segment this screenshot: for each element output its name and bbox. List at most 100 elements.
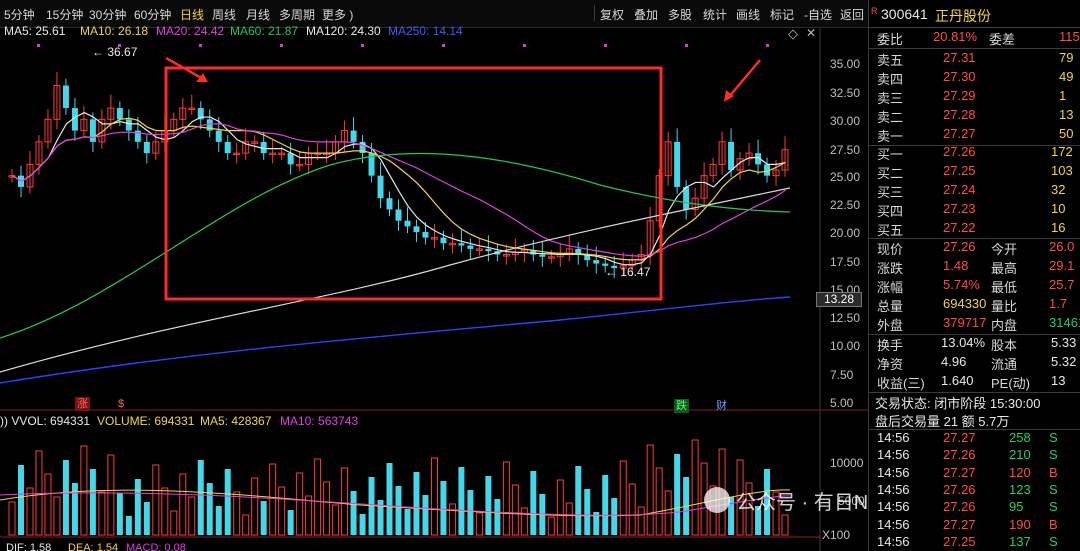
- volume-bar: [242, 514, 250, 536]
- event-marker[interactable]: $: [116, 397, 126, 411]
- period-monthly[interactable]: 月线: [246, 6, 270, 23]
- quote-row: 涨跌 1.48 最高 29.1: [869, 258, 1080, 277]
- volume-bar: [71, 483, 78, 535]
- period-daily[interactable]: 日线: [180, 6, 204, 23]
- limit-down-marker[interactable]: 跌: [674, 399, 689, 413]
- mark-button[interactable]: 标记: [770, 6, 794, 23]
- restore-rights-button[interactable]: 复权: [600, 6, 624, 23]
- back-button[interactable]: 返回: [840, 6, 864, 23]
- period-weekly[interactable]: 周线: [212, 6, 236, 23]
- buy-order-label: 买四: [877, 204, 904, 219]
- wb-label: 委比: [877, 32, 904, 47]
- volume-bar: [584, 489, 591, 535]
- period-15min[interactable]: 15分钟: [46, 6, 83, 23]
- stock-code: 300641: [881, 6, 928, 22]
- quote-label: 涨幅: [877, 280, 904, 295]
- candle-body: [125, 119, 132, 131]
- volume-bar: [314, 458, 322, 536]
- period-30min[interactable]: 30分钟: [89, 6, 126, 23]
- volume-bar: [404, 509, 411, 535]
- volume-bar: [215, 506, 222, 535]
- statistics-button[interactable]: 统计: [703, 6, 727, 23]
- fundamental-value: 5.32: [1051, 354, 1077, 369]
- tick-side: S: [1049, 481, 1058, 497]
- period-60min[interactable]: 60分钟: [134, 6, 171, 23]
- candle-body: [89, 119, 96, 142]
- stock-badge: R: [871, 6, 878, 16]
- sell-order-row: 卖二 27.28 13: [869, 107, 1080, 126]
- sell-order-volume: 79: [1059, 50, 1074, 65]
- buy-order-volume: 10: [1051, 201, 1066, 216]
- candle-body: [224, 141, 231, 154]
- quote-label: 最高: [991, 261, 1018, 276]
- candle-body: [458, 243, 465, 246]
- volume-bar: [781, 514, 789, 536]
- chart-settings-icon[interactable]: ◇: [788, 26, 798, 42]
- volume-bar: [602, 475, 609, 535]
- macd-value-legend: MACD: 0.08: [126, 542, 186, 551]
- tick-time: 14:56: [877, 464, 910, 480]
- candle-body: [143, 141, 150, 154]
- volume-bar: [530, 471, 537, 535]
- quote-value: 5.74%: [943, 277, 980, 292]
- tick-price: 27.26: [943, 447, 976, 463]
- volume-bar: [359, 514, 366, 535]
- limit-up-marker[interactable]: 涨: [75, 397, 90, 411]
- volume-bar: [502, 461, 510, 536]
- volume-bar: [53, 496, 61, 536]
- tick-volume: 120: [1009, 464, 1031, 480]
- fundamental-value: 1.640: [941, 373, 974, 388]
- volume-bar: [143, 502, 150, 535]
- volume-bar: [134, 479, 141, 535]
- buy-order-row: 买四 27.23 10: [869, 201, 1080, 220]
- price-axis-label: 25.00: [830, 170, 861, 184]
- tick-price: 27.26: [943, 481, 976, 497]
- overlay-button[interactable]: 叠加: [634, 6, 658, 23]
- period-multi[interactable]: 多周期: [279, 6, 315, 23]
- tick-row: 14:56 27.26 95 S: [869, 499, 1080, 518]
- quote-row: 现价 27.26 今开 26.0: [869, 239, 1080, 258]
- after-hours-text: 盘后交易量 21 额 5.7万: [875, 414, 1010, 429]
- quote-value: 26.0: [1049, 239, 1075, 254]
- sell-order-volume: 13: [1059, 107, 1074, 122]
- sell-order-label: 卖三: [877, 91, 904, 106]
- draw-line-button[interactable]: 画线: [736, 6, 760, 23]
- period-more[interactable]: 更多 ): [322, 6, 353, 23]
- candle-body: [62, 85, 69, 109]
- tick-row: 14:56 27.27 258 S: [869, 430, 1080, 449]
- candle-body: [287, 153, 294, 165]
- tick-side: S: [1049, 430, 1058, 445]
- volume-bar: [691, 439, 699, 536]
- volume-bar: [637, 506, 645, 536]
- volume-bar: [44, 473, 52, 536]
- quote-row: 总量 694330 量比 1.7: [869, 296, 1080, 315]
- multi-stock-button[interactable]: 多股: [668, 6, 692, 23]
- volume-bar: [430, 457, 438, 536]
- candle-body: [485, 248, 492, 252]
- highlight-box: [164, 66, 663, 301]
- tick-row: 14:56 27.27 120 B: [869, 465, 1080, 484]
- volume-bar: [619, 460, 627, 536]
- buy-order-volume: 32: [1051, 182, 1066, 197]
- tick-side: S: [1049, 447, 1058, 463]
- fundamental-row: 收益(三) 1.640 PE(动) 13: [869, 373, 1080, 392]
- volume-axis-label: 10000: [830, 456, 864, 470]
- watchlist-button[interactable]: -自选: [804, 6, 832, 23]
- buy-order-row: 买三 27.24 32: [869, 182, 1080, 201]
- tick-side: B: [1049, 464, 1058, 480]
- tick-time: 14:56: [877, 481, 910, 497]
- candle-body: [440, 237, 447, 244]
- fundamental-label: 股本: [991, 338, 1018, 353]
- finance-marker[interactable]: 财: [714, 399, 729, 413]
- buy-order-volume: 103: [1051, 163, 1073, 178]
- price-axis-label: 17.50: [830, 255, 861, 269]
- volume-bar: [413, 472, 420, 535]
- sell-order-label: 卖一: [877, 129, 904, 144]
- close-icon[interactable]: ✕: [806, 26, 816, 40]
- sell-order-label: 卖二: [877, 110, 904, 125]
- macd-dea-legend: DEA: 1.54: [68, 542, 119, 551]
- period-5min[interactable]: 5分钟: [4, 6, 35, 23]
- quote-value: 25.7: [1049, 277, 1075, 292]
- volume-bar: [287, 510, 294, 535]
- kline-chart[interactable]: [0, 0, 868, 551]
